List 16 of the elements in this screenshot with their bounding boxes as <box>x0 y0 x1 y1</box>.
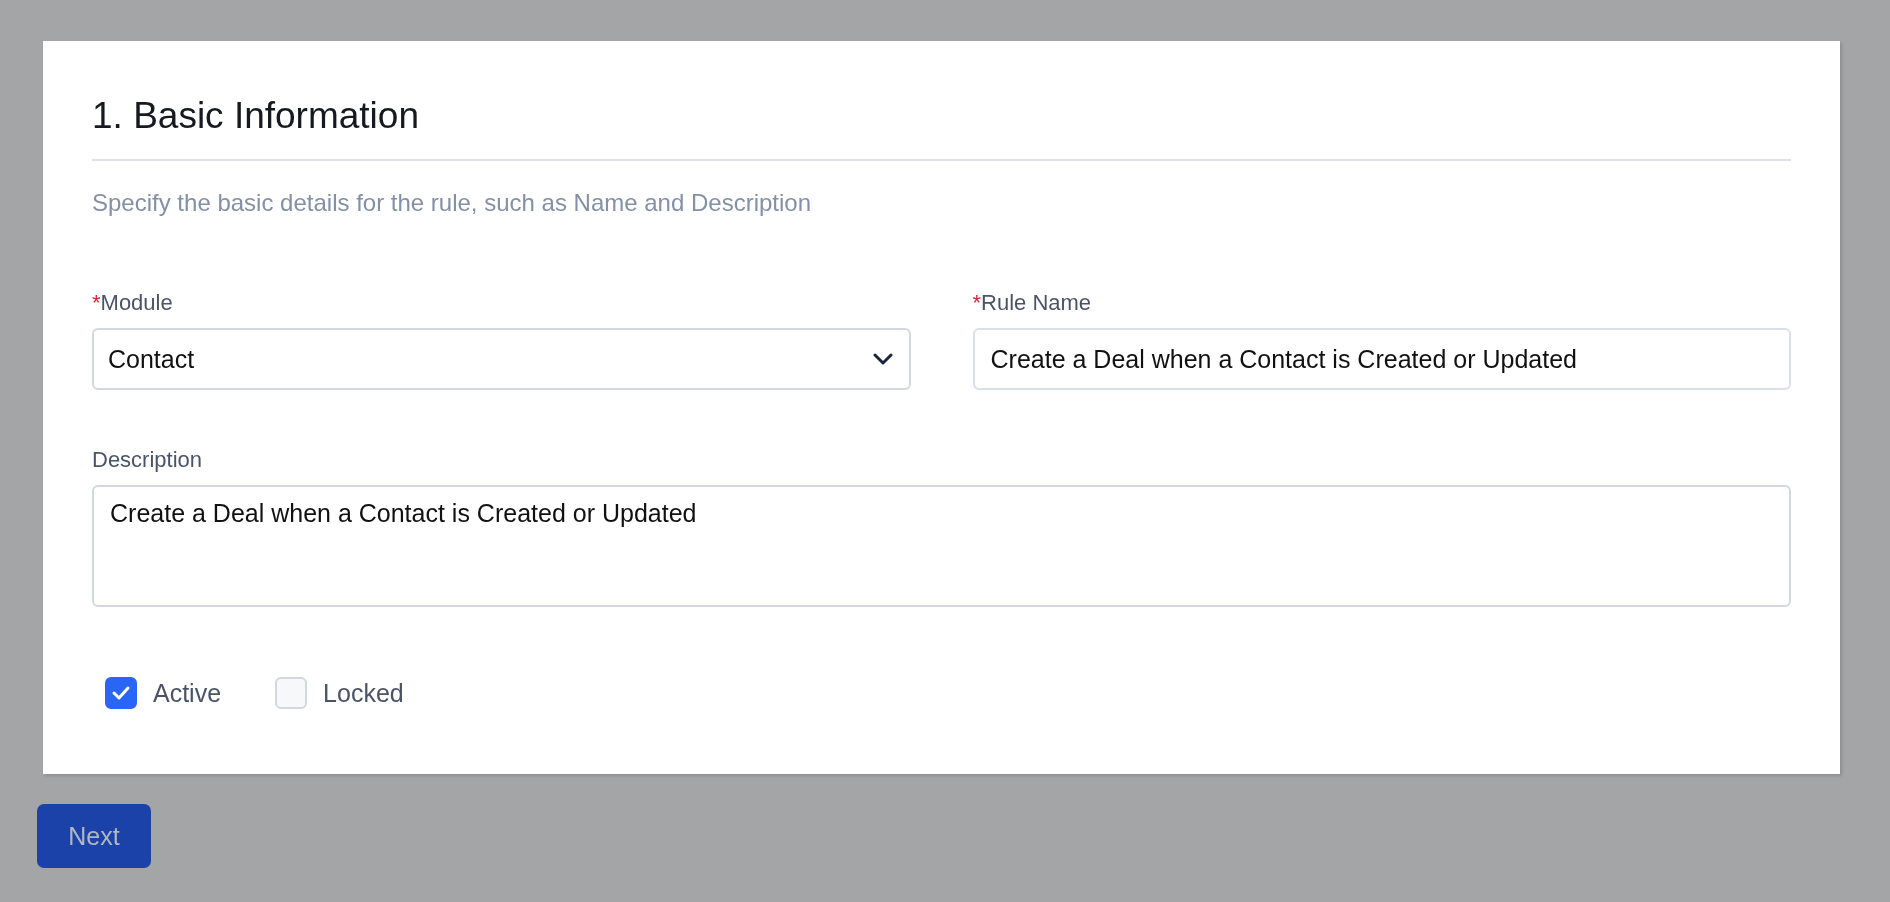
required-marker: * <box>972 290 982 315</box>
description-textarea[interactable]: Create a Deal when a Contact is Created or Updated <box>92 485 1791 607</box>
field-label: Module <box>100 290 173 315</box>
rule-name-input[interactable]: Create a Deal when a Contact is Created or Updated <box>972 328 1791 390</box>
section-subtitle: Specify the basic details for the rule, such as Name and Description <box>92 189 813 217</box>
next-button[interactable]: Next <box>37 804 151 868</box>
checkmark-icon <box>111 685 131 701</box>
checkbox-label: Locked <box>323 678 404 708</box>
section-title: 1. Basic Information <box>92 95 1791 161</box>
field-label: Description <box>92 447 203 472</box>
module-select[interactable]: Contact <box>92 328 911 390</box>
checkbox-label: Active <box>153 678 222 708</box>
checkbox[interactable] <box>105 677 137 709</box>
chevron-down-icon <box>872 353 893 365</box>
field-label: Rule Name <box>981 290 1092 315</box>
required-marker: * <box>92 290 101 315</box>
